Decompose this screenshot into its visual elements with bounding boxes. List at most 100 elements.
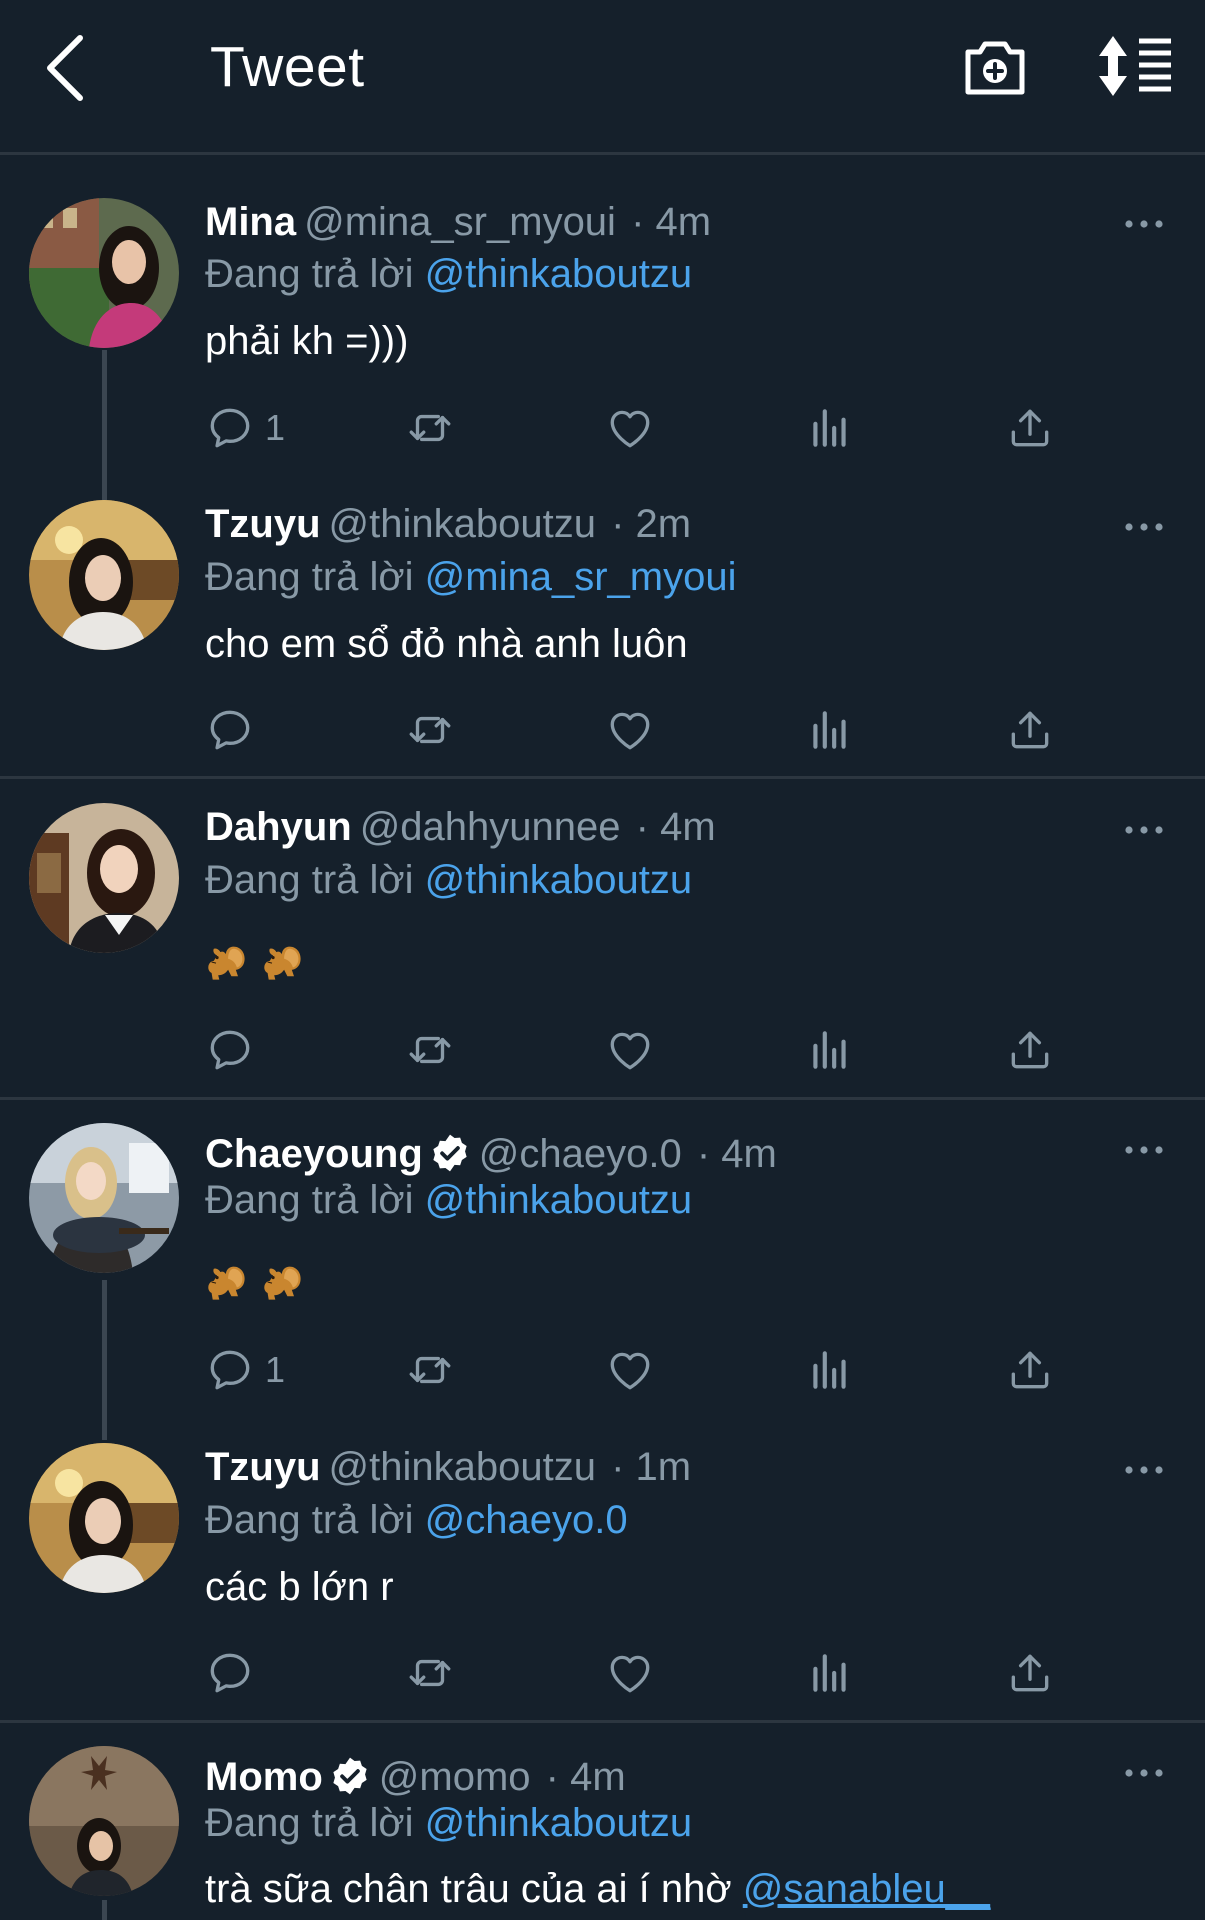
tweet-header: Momo @momo · 4m [205, 1753, 626, 1801]
avatar[interactable] [29, 1443, 179, 1593]
analytics-button[interactable] [805, 1643, 855, 1703]
analytics-button[interactable] [805, 398, 855, 458]
thread-line [102, 350, 107, 500]
reply-icon [205, 1025, 255, 1075]
reply-icon [205, 403, 255, 453]
retweet-button[interactable] [405, 398, 455, 458]
share-button[interactable] [1005, 700, 1055, 760]
reply-prefix: Đang trả lời [205, 1498, 414, 1542]
share-button[interactable] [1005, 1643, 1055, 1703]
squirrel-emoji [205, 940, 249, 984]
share-button[interactable] [1005, 1340, 1055, 1400]
tweet-time: · 2m [611, 502, 692, 546]
text-mention[interactable]: @sanableu__ [743, 1867, 990, 1911]
back-button[interactable] [38, 30, 98, 106]
author-handle[interactable]: @thinkaboutzu [329, 1445, 596, 1489]
avatar[interactable] [29, 198, 179, 348]
more-icon[interactable] [1124, 1140, 1164, 1160]
retweet-icon [405, 705, 455, 755]
retweet-button[interactable] [405, 1643, 455, 1703]
divider [0, 1720, 1205, 1723]
author-handle[interactable]: @mina_sr_myoui [304, 200, 616, 244]
analytics-button[interactable] [805, 700, 855, 760]
tweet-text: trà sữa chân trâu của ai í nhờ [205, 1867, 732, 1911]
reply-mention[interactable]: @thinkaboutzu [425, 858, 692, 902]
avatar[interactable] [29, 1123, 179, 1273]
author-name[interactable]: Tzuyu [205, 1445, 321, 1489]
tweet-header: Tzuyu @thinkaboutzu · 1m [205, 1443, 691, 1491]
reply-mention[interactable]: @thinkaboutzu [425, 252, 692, 296]
share-icon [1005, 403, 1055, 453]
reply-to: Đang trả lời @thinkaboutzu [205, 250, 692, 298]
reply-button[interactable] [205, 1020, 265, 1080]
tweet-text-line: trà sữa chân trâu của ai í nhờ @sanableu… [205, 1864, 990, 1914]
like-button[interactable] [605, 700, 655, 760]
more-icon[interactable] [1124, 214, 1164, 234]
tweet-actions [205, 700, 1105, 760]
retweet-button[interactable] [405, 1340, 455, 1400]
retweet-icon [405, 1025, 455, 1075]
retweet-button[interactable] [405, 700, 455, 760]
more-icon[interactable] [1124, 1460, 1164, 1480]
author-handle[interactable]: @chaeyo.0 [479, 1132, 682, 1176]
more-icon[interactable] [1124, 517, 1164, 537]
reply-prefix: Đang trả lời [205, 1178, 414, 1222]
share-icon [1005, 1025, 1055, 1075]
reply-prefix: Đang trả lời [205, 252, 414, 296]
like-button[interactable] [605, 1020, 655, 1080]
author-name[interactable]: Momo [205, 1755, 323, 1799]
heart-icon [605, 1345, 655, 1395]
tweet-header: Mina @mina_sr_myoui · 4m [205, 198, 711, 246]
tweet-emoji [205, 1255, 317, 1305]
analytics-icon [805, 1025, 855, 1075]
author-name[interactable]: Chaeyoung [205, 1132, 423, 1176]
reply-button[interactable] [205, 700, 265, 760]
reply-button[interactable] [205, 1643, 265, 1703]
reply-prefix: Đang trả lời [205, 555, 414, 599]
heart-icon [605, 1648, 655, 1698]
tweet-time: · 4m [696, 1132, 777, 1176]
reply-mention[interactable]: @chaeyo.0 [425, 1498, 628, 1542]
analytics-icon [805, 1345, 855, 1395]
tweet-actions: 1 [205, 1340, 1105, 1400]
more-icon[interactable] [1124, 820, 1164, 840]
author-name[interactable]: Tzuyu [205, 502, 321, 546]
tweet-header: Tzuyu @thinkaboutzu · 2m [205, 500, 691, 548]
divider [0, 1097, 1205, 1100]
more-icon[interactable] [1124, 1763, 1164, 1783]
camera-plus-icon [965, 41, 1025, 95]
like-button[interactable] [605, 1643, 655, 1703]
reply-icon [205, 1345, 255, 1395]
tweet-time: · 1m [611, 1445, 692, 1489]
retweet-button[interactable] [405, 1020, 455, 1080]
thread-line [102, 1280, 107, 1440]
camera-button[interactable] [960, 30, 1030, 106]
avatar[interactable] [29, 500, 179, 650]
analytics-icon [805, 1648, 855, 1698]
reply-mention[interactable]: @mina_sr_myoui [425, 555, 737, 599]
avatar[interactable] [29, 803, 179, 953]
author-handle[interactable]: @momo [379, 1755, 531, 1799]
sort-button[interactable] [1095, 34, 1175, 98]
author-handle[interactable]: @thinkaboutzu [329, 502, 596, 546]
author-name[interactable]: Mina [205, 200, 296, 244]
share-button[interactable] [1005, 1020, 1055, 1080]
share-button[interactable] [1005, 398, 1055, 458]
analytics-button[interactable] [805, 1020, 855, 1080]
reply-mention[interactable]: @thinkaboutzu [425, 1801, 692, 1845]
tweet-header: Chaeyoung @chaeyo.0 · 4m [205, 1130, 777, 1178]
author-name[interactable]: Dahyun [205, 805, 352, 849]
verified-badge-icon [329, 1755, 371, 1797]
author-handle[interactable]: @dahhyunnee [360, 805, 621, 849]
like-button[interactable] [605, 398, 655, 458]
squirrel-emoji [261, 1260, 305, 1304]
tweet-time: · 4m [635, 805, 716, 849]
like-button[interactable] [605, 1340, 655, 1400]
analytics-button[interactable] [805, 1340, 855, 1400]
reply-to: Đang trả lời @mina_sr_myoui [205, 553, 737, 601]
reply-button[interactable]: 1 [205, 1340, 285, 1400]
avatar[interactable] [29, 1746, 179, 1896]
reply-mention[interactable]: @thinkaboutzu [425, 1178, 692, 1222]
reply-button[interactable]: 1 [205, 398, 285, 458]
retweet-icon [405, 403, 455, 453]
